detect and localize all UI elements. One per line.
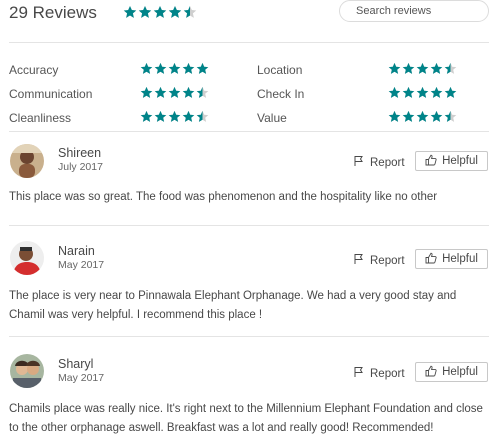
star-icon	[388, 62, 401, 75]
star-icon	[444, 86, 457, 99]
rating-stars	[140, 86, 209, 99]
star-icon	[138, 5, 152, 19]
star-icon	[153, 5, 167, 19]
rating-value: Value	[257, 105, 487, 127]
reviewer-name[interactable]: Narain	[58, 244, 95, 258]
review-text: Chamils place was really nice. It's righ…	[9, 403, 483, 434]
star-icon	[168, 62, 181, 75]
review-text: The place is very near to Pinnawala Elep…	[9, 290, 457, 321]
review-count: 29 Reviews	[9, 3, 97, 22]
star-icon	[430, 86, 443, 99]
thumbs-up-icon	[425, 252, 437, 267]
flag-icon	[353, 253, 365, 268]
star-icon	[402, 86, 415, 99]
rating-stars	[388, 86, 457, 99]
thumbs-up-icon	[425, 154, 437, 169]
search-reviews-input[interactable]	[339, 0, 489, 22]
star-icon	[123, 5, 137, 19]
star-icon	[154, 110, 167, 123]
star-icon	[140, 86, 153, 99]
rating-cleanliness: Cleanliness	[9, 105, 239, 127]
helpful-label: Helpful	[442, 253, 478, 265]
star-icon	[154, 62, 167, 75]
star-icon	[402, 110, 415, 123]
star-icon	[168, 110, 181, 123]
half-star-icon	[196, 110, 209, 123]
reviews-header: 29 Reviews	[0, 0, 500, 42]
half-star-icon	[183, 5, 197, 19]
star-icon	[182, 86, 195, 99]
review-date: July 2017	[58, 161, 103, 173]
user-photo-icon[interactable]	[10, 144, 44, 178]
star-icon	[154, 86, 167, 99]
half-star-icon	[196, 86, 209, 99]
report-label: Report	[370, 367, 405, 380]
star-icon	[196, 62, 209, 75]
rating-label: Location	[257, 63, 303, 77]
report-button[interactable]: Report	[353, 366, 405, 381]
flag-icon	[353, 366, 365, 381]
star-icon	[402, 62, 415, 75]
star-icon	[430, 62, 443, 75]
review-text: This place was so great. The food was ph…	[9, 191, 438, 203]
thumbs-up-icon	[425, 365, 437, 380]
divider	[9, 336, 489, 337]
rating-communication: Communication	[9, 81, 239, 103]
star-icon	[416, 110, 429, 123]
rating-label: Accuracy	[9, 63, 59, 77]
reviewer-name[interactable]: Sharyl	[58, 357, 93, 371]
helpful-label: Helpful	[442, 366, 478, 378]
helpful-label: Helpful	[442, 155, 478, 167]
star-icon	[388, 86, 401, 99]
star-icon	[182, 110, 195, 123]
helpful-button[interactable]: Helpful	[415, 249, 488, 269]
rating-label: Check In	[257, 87, 305, 101]
star-icon	[140, 110, 153, 123]
star-icon	[416, 62, 429, 75]
report-button[interactable]: Report	[353, 155, 405, 170]
star-icon	[182, 62, 195, 75]
half-star-icon	[444, 110, 457, 123]
report-label: Report	[370, 254, 405, 267]
review-date: May 2017	[58, 259, 105, 271]
rating-label: Cleanliness	[9, 111, 72, 125]
rating-stars	[140, 62, 209, 75]
star-icon	[430, 110, 443, 123]
rating-stars	[388, 62, 457, 75]
divider	[9, 42, 489, 43]
divider	[9, 225, 489, 226]
rating-label: Communication	[9, 87, 93, 101]
rating-accuracy: Accuracy	[9, 57, 239, 79]
star-icon	[168, 5, 182, 19]
report-button[interactable]: Report	[353, 253, 405, 268]
reviewer-name[interactable]: Shireen	[58, 146, 101, 160]
star-icon	[416, 86, 429, 99]
divider	[9, 131, 489, 132]
helpful-button[interactable]: Helpful	[415, 362, 488, 382]
rating-location: Location	[257, 57, 487, 79]
rating-stars	[140, 110, 209, 123]
star-icon	[388, 110, 401, 123]
flag-icon	[353, 155, 365, 170]
report-label: Report	[370, 156, 405, 169]
overall-rating-stars	[123, 5, 197, 19]
user-photo-icon[interactable]	[10, 354, 44, 388]
rating-check-in: Check In	[257, 81, 487, 103]
half-star-icon	[444, 62, 457, 75]
star-icon	[168, 86, 181, 99]
review-date: May 2017	[58, 372, 105, 384]
user-photo-icon[interactable]	[10, 241, 44, 275]
rating-stars	[388, 110, 457, 123]
rating-label: Value	[257, 111, 287, 125]
star-icon	[140, 62, 153, 75]
helpful-button[interactable]: Helpful	[415, 151, 488, 171]
